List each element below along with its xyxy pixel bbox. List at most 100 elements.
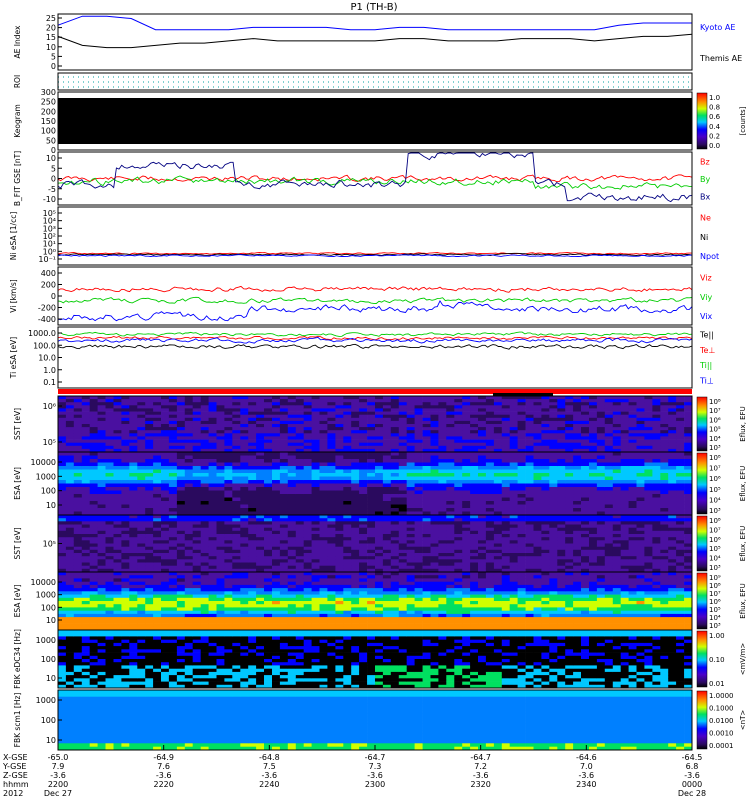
spectrogram-cell [509, 427, 518, 431]
spectrogram-cell [89, 469, 98, 474]
spectrogram-cell [303, 623, 312, 628]
spectrogram-cell [161, 578, 170, 582]
spectrogram-cell [311, 433, 320, 437]
spectrogram-cell [501, 399, 511, 403]
spectrogram-cell [430, 442, 439, 447]
keogram-fill [58, 98, 692, 144]
spectrogram-cell [327, 504, 336, 509]
spectrogram-cell [462, 497, 471, 502]
spectrogram-cell [176, 494, 186, 498]
spectrogram-cell [192, 562, 201, 567]
spectrogram-cell [272, 591, 281, 595]
spectrogram-cell [557, 565, 566, 570]
spectrogram-cell [438, 487, 447, 491]
spectrogram-cell [565, 540, 574, 544]
spectrogram-cell [208, 497, 217, 502]
spectrogram-cell [89, 623, 98, 628]
spectrogram-cell [596, 439, 606, 444]
spectrogram-cell [390, 497, 400, 502]
spectrogram-cell [375, 462, 384, 467]
spectrogram-cell [327, 604, 336, 608]
spectrogram-cell [446, 530, 455, 535]
spectrogram-cell [382, 476, 392, 481]
spectrogram-cell [676, 501, 685, 505]
spectrogram-cell [422, 504, 431, 509]
spectrogram-cell [454, 436, 463, 440]
spectrogram-cell [105, 527, 114, 532]
spectrogram-cell [295, 455, 305, 460]
spectrogram-cell [509, 501, 518, 505]
spectrogram-cell [493, 553, 503, 557]
spectrogram-cell [311, 565, 320, 570]
spectrogram-cell [581, 483, 590, 488]
spectrogram-cell [279, 610, 289, 615]
spectrogram-cell [216, 556, 225, 560]
spectrogram-cell [612, 405, 622, 409]
spectrogram-cell [478, 433, 487, 437]
spectrogram-cell [81, 556, 91, 560]
spectrogram-cell [335, 414, 344, 419]
spectrogram-cell [168, 436, 178, 440]
spectrogram-cell [422, 452, 431, 456]
spectrogram-cell [343, 540, 352, 544]
spectrogram-cell [359, 420, 368, 425]
spectrogram-cell [311, 469, 320, 474]
spectrogram-cell [319, 597, 328, 602]
spectrogram-cell [58, 411, 67, 416]
spectrogram-cell [295, 549, 305, 554]
spectrogram-cell [232, 562, 241, 567]
spectrogram-cell [303, 396, 312, 400]
spectrogram-cell [565, 553, 574, 557]
spectrogram-cell [216, 408, 225, 412]
spectrogram-cell [446, 546, 455, 551]
spectrogram-cell [240, 414, 249, 419]
spectrogram-cell [406, 445, 415, 450]
spectrogram-cell [65, 559, 75, 563]
spectrogram-cell [684, 408, 693, 412]
spectrogram-cell [668, 452, 677, 456]
spectrogram-cell [192, 433, 201, 437]
spectrogram-cell [596, 427, 606, 431]
spectrogram-cell [454, 427, 463, 431]
spectrogram-cell [303, 575, 312, 579]
spectrogram-cell [192, 466, 201, 470]
spectrogram-cell [351, 562, 360, 567]
spectrogram-cell [168, 527, 178, 532]
spectrogram-cell [414, 414, 423, 419]
spectrogram-cell [430, 546, 439, 551]
spectrogram-cell [652, 483, 661, 488]
spectrogram-cell [676, 540, 685, 544]
spectrogram-cell [303, 420, 312, 425]
spectrogram-cell [589, 466, 598, 470]
spectrogram-cell [438, 518, 447, 522]
spectrogram-cell [97, 578, 106, 582]
spectrogram-cell [446, 527, 455, 532]
spectrogram-cell [485, 490, 495, 495]
spectrogram-cell [113, 408, 122, 412]
spectrogram-cell [176, 487, 186, 491]
spectrogram-cell [113, 508, 122, 512]
spectrogram-cell [565, 411, 574, 416]
spectrogram-cell [359, 396, 368, 400]
spectrogram-cell [446, 518, 455, 522]
spectrogram-cell [565, 537, 574, 541]
spectrogram-cell [129, 521, 138, 525]
spectrogram-cell [525, 521, 534, 525]
spectrogram-cell [287, 402, 297, 406]
spectrogram-cell [382, 504, 392, 509]
spectrogram-cells [58, 396, 693, 453]
spectrogram-cell [652, 396, 661, 400]
spectrogram-cell [248, 588, 257, 592]
spectrogram-cell [137, 613, 146, 618]
spectrogram-cell [192, 530, 201, 535]
spectrogram-cell [628, 546, 637, 551]
spectrogram-cell [549, 424, 558, 428]
spectrogram-cell [589, 433, 598, 437]
spectrogram-cell [398, 565, 408, 570]
spectrogram-cell [200, 534, 209, 538]
spectrogram-cell [81, 462, 91, 467]
spectrogram-cell [375, 417, 384, 422]
spectrogram-cell [390, 537, 400, 541]
spectrogram-cell [176, 455, 186, 460]
spectrogram-cell [430, 530, 439, 535]
